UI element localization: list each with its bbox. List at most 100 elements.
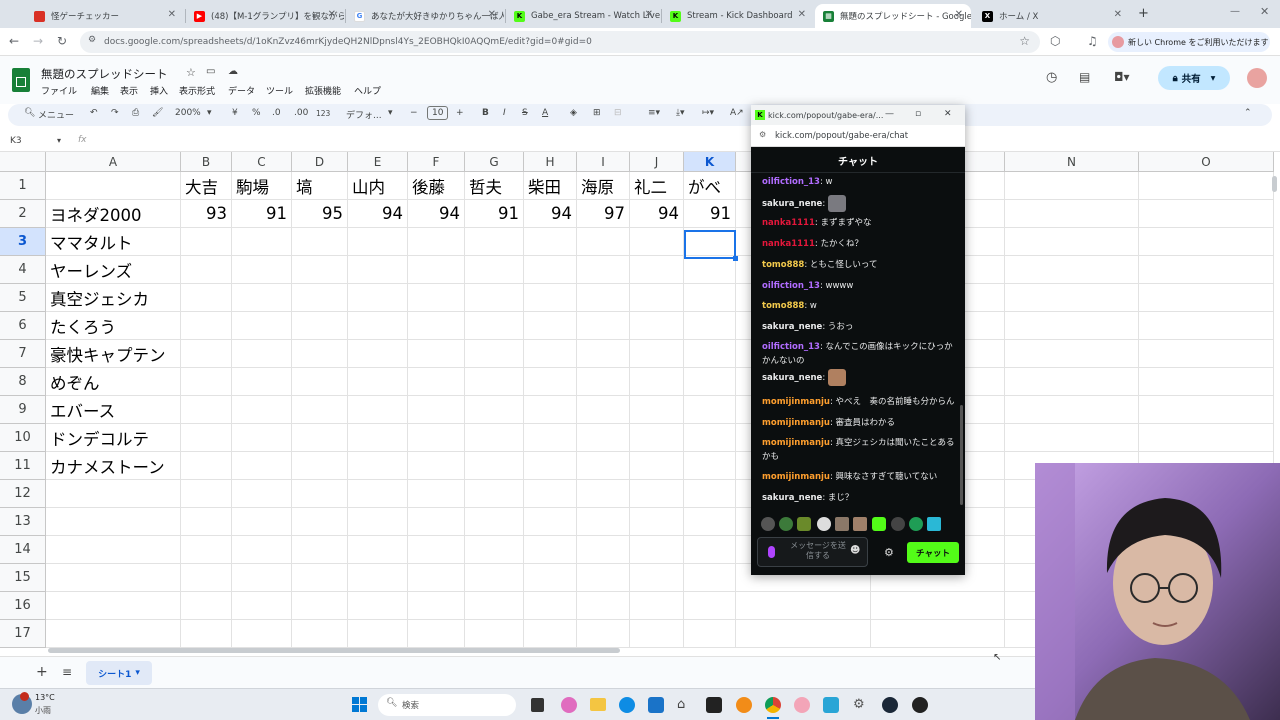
app-icon[interactable] <box>736 697 752 713</box>
font-size-input[interactable]: 10 <box>427 106 449 120</box>
cell-G7[interactable] <box>465 340 524 368</box>
cell-B9[interactable] <box>181 396 232 424</box>
cell-F9[interactable] <box>408 396 465 424</box>
cell-K10[interactable] <box>684 424 736 452</box>
column-header-J[interactable]: J <box>630 152 684 172</box>
cell-E1[interactable]: 山内 <box>348 172 408 200</box>
cell-F12[interactable] <box>408 480 465 508</box>
cell-I3[interactable] <box>577 228 630 256</box>
cell-F17[interactable] <box>408 620 465 648</box>
cell-C16[interactable] <box>232 592 292 620</box>
close-icon[interactable]: ✕ <box>328 9 336 20</box>
cell-K8[interactable] <box>684 368 736 396</box>
cell-N5[interactable] <box>1005 284 1139 312</box>
cell-B17[interactable] <box>181 620 232 648</box>
cell-C7[interactable] <box>232 340 292 368</box>
row-header-1[interactable]: 1 <box>0 172 46 200</box>
app-icon[interactable] <box>794 697 810 713</box>
menu-extensions[interactable]: 拡張機能 <box>305 84 341 97</box>
cell-K7[interactable] <box>684 340 736 368</box>
cell-K5[interactable] <box>684 284 736 312</box>
cell-A2[interactable]: ヨネダ2000 <box>46 200 181 228</box>
cell-B2[interactable]: 93 <box>181 200 232 228</box>
chat-username[interactable]: momijinmanju <box>762 438 830 448</box>
cell-G15[interactable] <box>465 564 524 592</box>
cell-C11[interactable] <box>232 452 292 480</box>
cell-H7[interactable] <box>524 340 577 368</box>
chat-settings-gear-icon[interactable]: ⚙ <box>884 546 894 559</box>
cell-D15[interactable] <box>292 564 348 592</box>
number-format-button[interactable]: 123 <box>316 109 330 118</box>
cell-G11[interactable] <box>465 452 524 480</box>
row-header-16[interactable]: 16 <box>0 592 46 620</box>
windows-start-icon[interactable] <box>352 697 368 713</box>
cell-C13[interactable] <box>232 508 292 536</box>
row-header-3[interactable]: 3 <box>0 228 46 256</box>
cell-J2[interactable]: 94 <box>630 200 684 228</box>
text-color-icon[interactable]: A <box>542 108 548 118</box>
zoom-select[interactable]: 200% <box>175 108 201 118</box>
cell-E14[interactable] <box>348 536 408 564</box>
cell-N3[interactable] <box>1005 228 1139 256</box>
emote-icon[interactable] <box>927 517 941 531</box>
cell-E11[interactable] <box>348 452 408 480</box>
cell-K12[interactable] <box>684 480 736 508</box>
cell-E7[interactable] <box>348 340 408 368</box>
cell-J17[interactable] <box>630 620 684 648</box>
cell-B10[interactable] <box>181 424 232 452</box>
browser-tab-4[interactable]: K Gabe_era Stream - Watch Live ✕ <box>506 4 661 28</box>
close-icon[interactable]: ✕ <box>944 109 952 119</box>
cell-H16[interactable] <box>524 592 577 620</box>
browser-tab-7[interactable]: X ホーム / X ✕ <box>974 4 1130 28</box>
cell-O9[interactable] <box>1139 396 1274 424</box>
cell-D6[interactable] <box>292 312 348 340</box>
cell-E4[interactable] <box>348 256 408 284</box>
obs-icon[interactable] <box>706 697 722 713</box>
browser-tab-6-active[interactable]: ▦ 無題のスプレッドシート - Google ス ✕ <box>815 4 971 28</box>
cell-O6[interactable] <box>1139 312 1274 340</box>
font-select[interactable]: デフォ... <box>346 108 382 121</box>
cell-G14[interactable] <box>465 536 524 564</box>
row-header-6[interactable]: 6 <box>0 312 46 340</box>
history-icon[interactable]: ◷ <box>1046 70 1057 85</box>
cell-G2[interactable]: 91 <box>465 200 524 228</box>
cell-A1[interactable] <box>46 172 181 200</box>
decrease-decimal-button[interactable]: .0 <box>272 108 281 118</box>
cell-E9[interactable] <box>348 396 408 424</box>
cell-K4[interactable] <box>684 256 736 284</box>
chat-message-input[interactable]: メッセージを送信する ☻ <box>757 537 868 567</box>
vertical-align-icon[interactable]: ⤓▾ <box>676 108 685 118</box>
column-header-C[interactable]: C <box>232 152 292 172</box>
cell-O2[interactable] <box>1139 200 1274 228</box>
cell-B4[interactable] <box>181 256 232 284</box>
cell-H10[interactable] <box>524 424 577 452</box>
cell-G16[interactable] <box>465 592 524 620</box>
emote-icon[interactable] <box>797 517 811 531</box>
cell-D14[interactable] <box>292 536 348 564</box>
cell-C6[interactable] <box>232 312 292 340</box>
cell-E17[interactable] <box>348 620 408 648</box>
task-view-icon[interactable] <box>531 698 544 712</box>
row-header-5[interactable]: 5 <box>0 284 46 312</box>
cell-D17[interactable] <box>292 620 348 648</box>
row-header-17[interactable]: 17 <box>0 620 46 648</box>
share-button[interactable]: 🔒︎ 共有 ▾ <box>1158 66 1230 90</box>
cell-L16[interactable] <box>736 592 871 620</box>
close-icon[interactable]: ✕ <box>488 9 496 20</box>
cell-A15[interactable] <box>46 564 181 592</box>
cell-B1[interactable]: 大吉 <box>181 172 232 200</box>
cell-F6[interactable] <box>408 312 465 340</box>
cell-B3[interactable] <box>181 228 232 256</box>
cell-J16[interactable] <box>630 592 684 620</box>
row-header-14[interactable]: 14 <box>0 536 46 564</box>
column-header-F[interactable]: F <box>408 152 465 172</box>
chat-username[interactable]: sakura_nene <box>762 373 822 383</box>
cell-F16[interactable] <box>408 592 465 620</box>
microphone-icon[interactable] <box>768 546 775 558</box>
column-header-I[interactable]: I <box>577 152 630 172</box>
cell-K13[interactable] <box>684 508 736 536</box>
cell-I8[interactable] <box>577 368 630 396</box>
cell-F5[interactable] <box>408 284 465 312</box>
chat-username[interactable]: momijinmanju <box>762 472 830 482</box>
app-icon[interactable] <box>912 697 928 713</box>
